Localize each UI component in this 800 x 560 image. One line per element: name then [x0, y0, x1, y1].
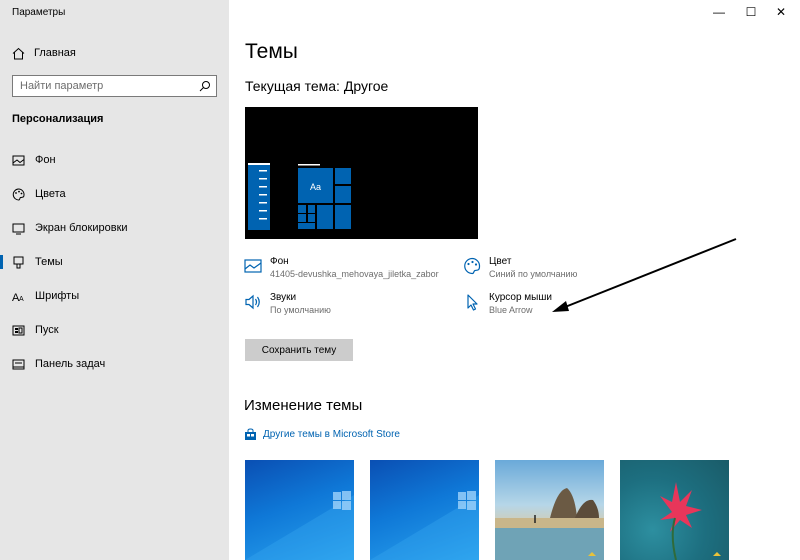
start-icon	[12, 325, 25, 335]
minimize-button[interactable]: —	[702, 0, 736, 24]
preview-tile-text: Aa	[310, 182, 321, 192]
maximize-button[interactable]: ☐	[734, 0, 768, 24]
section-title: Персонализация	[12, 113, 104, 125]
palette-icon	[464, 257, 481, 275]
windows-logo-icon	[245, 491, 354, 560]
theme-thumbnail-windows-1[interactable]	[245, 460, 354, 560]
theme-thumbnail-windows-2[interactable]	[370, 460, 479, 560]
sidebar-item-label: Фон	[35, 154, 56, 166]
current-theme-label: Текущая тема: Другое	[245, 78, 389, 94]
sounds-setting[interactable]: Звуки По умолчанию	[244, 291, 331, 317]
sidebar-item-label: Панель задач	[35, 358, 106, 370]
sounds-setting-title: Звуки	[270, 292, 297, 303]
close-icon: ✕	[775, 5, 787, 19]
lock-screen-icon	[12, 223, 25, 234]
palette-icon	[12, 187, 25, 201]
store-themes-link[interactable]: Другие темы в Microsoft Store	[244, 428, 400, 441]
home-nav-item[interactable]: Главная	[12, 44, 76, 62]
search-input[interactable]: Найти параметр	[12, 75, 217, 97]
theme-preview-art: Aa	[248, 163, 351, 230]
annotation-arrow	[552, 238, 737, 312]
home-label: Главная	[34, 47, 76, 59]
flower-photo	[660, 482, 721, 560]
search-placeholder: Найти параметр	[20, 80, 104, 92]
svg-text:A: A	[19, 296, 24, 303]
home-icon	[12, 47, 25, 59]
background-setting[interactable]: Фон 41405-devushka_mehovaya_jiletka_zabo…	[244, 255, 439, 281]
cursor-setting[interactable]: Курсор мыши Blue Arrow	[463, 291, 552, 317]
sidebar-item-label: Экран блокировки	[35, 222, 128, 234]
taskbar-icon	[12, 359, 25, 369]
picture-icon	[244, 259, 262, 273]
beach-photo	[495, 488, 604, 560]
maximize-icon: ☐	[745, 5, 757, 19]
sidebar-item-lock-screen[interactable]: Экран блокировки	[0, 214, 229, 242]
background-setting-title: Фон	[270, 256, 289, 267]
theme-thumbnail-beach[interactable]	[495, 460, 604, 560]
theme-thumbnail-flower[interactable]	[620, 460, 729, 560]
minimize-icon: —	[713, 5, 725, 19]
sidebar-item-themes[interactable]: Темы	[0, 248, 229, 276]
sidebar-item-label: Пуск	[35, 324, 59, 336]
search-icon	[199, 81, 210, 92]
sidebar-item-fonts[interactable]: AA Шрифты	[0, 282, 229, 310]
theme-preview: Aa	[245, 107, 478, 239]
background-setting-value: 41405-devushka_mehovaya_jiletka_zabor	[270, 269, 439, 279]
speaker-icon	[245, 294, 260, 310]
store-link-label: Другие темы в Microsoft Store	[263, 429, 400, 440]
sidebar: Параметры Главная Найти параметр Персона…	[0, 0, 229, 560]
store-icon	[245, 428, 256, 440]
save-theme-button[interactable]: Сохранить тему	[245, 339, 353, 361]
windows-logo-icon	[370, 491, 479, 560]
close-button[interactable]: ✕	[764, 0, 798, 24]
picture-icon	[12, 155, 25, 165]
window-title: Параметры	[12, 7, 66, 18]
sidebar-item-taskbar[interactable]: Панель задач	[0, 350, 229, 378]
sidebar-item-label: Шрифты	[35, 290, 80, 302]
font-icon: AA	[12, 292, 24, 303]
cursor-icon	[467, 294, 478, 311]
sidebar-item-label: Темы	[35, 256, 63, 268]
sidebar-item-label: Цвета	[35, 188, 66, 200]
sidebar-item-background[interactable]: Фон	[0, 146, 229, 174]
sidebar-item-colors[interactable]: Цвета	[0, 180, 229, 208]
brush-icon	[13, 256, 24, 268]
sounds-setting-value: По умолчанию	[270, 305, 331, 315]
sidebar-item-start[interactable]: Пуск	[0, 316, 229, 344]
change-theme-heading: Изменение темы	[244, 397, 363, 414]
page-title: Темы	[245, 40, 298, 63]
